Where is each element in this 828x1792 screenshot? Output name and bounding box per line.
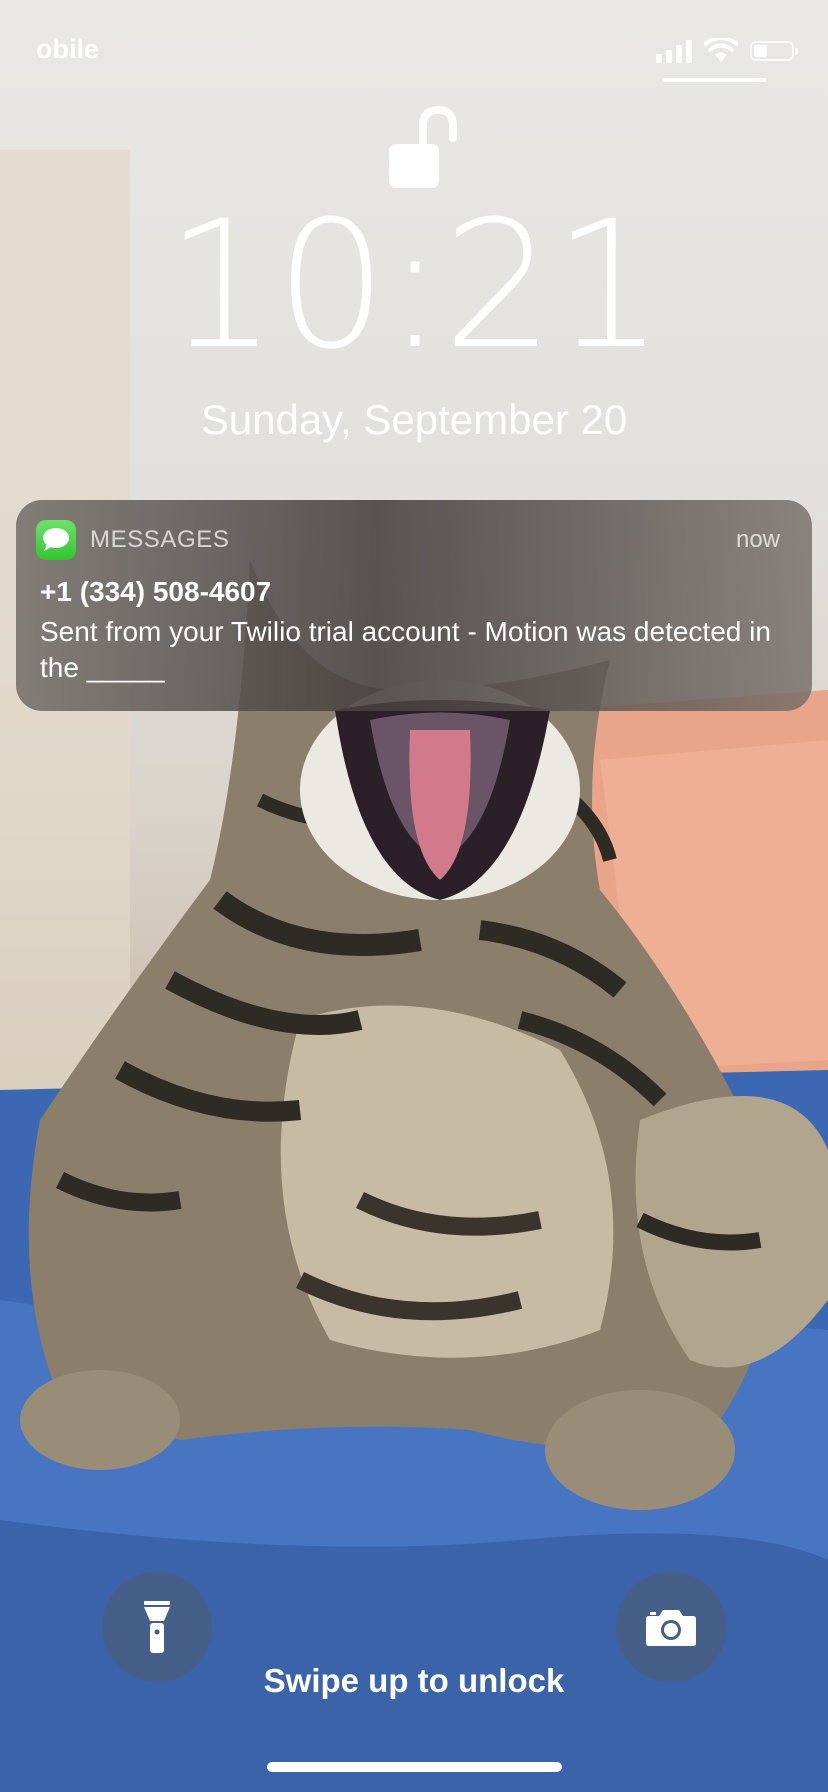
unlocked-padlock-icon xyxy=(389,105,457,188)
messages-notification[interactable]: MESSAGES now +1 (334) 508-4607 Sent from… xyxy=(16,500,812,711)
lock-screen-time: 10:21 xyxy=(165,183,664,388)
messages-app-icon xyxy=(36,520,76,560)
carrier-label: obile xyxy=(36,34,100,64)
lock-screen-date: Sunday, September 20 xyxy=(200,396,628,443)
flashlight-icon xyxy=(144,1601,170,1653)
battery-level-fill xyxy=(754,45,767,57)
camera-icon xyxy=(646,1610,696,1646)
notification-time: now xyxy=(735,526,780,553)
status-icons xyxy=(656,36,798,66)
home-indicator[interactable] xyxy=(267,1762,562,1772)
battery-icon xyxy=(750,41,798,61)
cellular-signal-icon xyxy=(656,39,692,63)
notification-app-name: MESSAGES xyxy=(90,526,230,553)
swipe-up-to-unlock-label: Swipe up to unlock xyxy=(263,1662,565,1699)
notification-sender: +1 (334) 508-4607 xyxy=(40,576,272,607)
wifi-icon xyxy=(704,38,738,62)
speech-bubble-icon xyxy=(43,528,69,551)
control-center-indicator[interactable] xyxy=(662,78,766,82)
notification-body: Sent from your Twilio trial account - Mo… xyxy=(40,616,771,683)
